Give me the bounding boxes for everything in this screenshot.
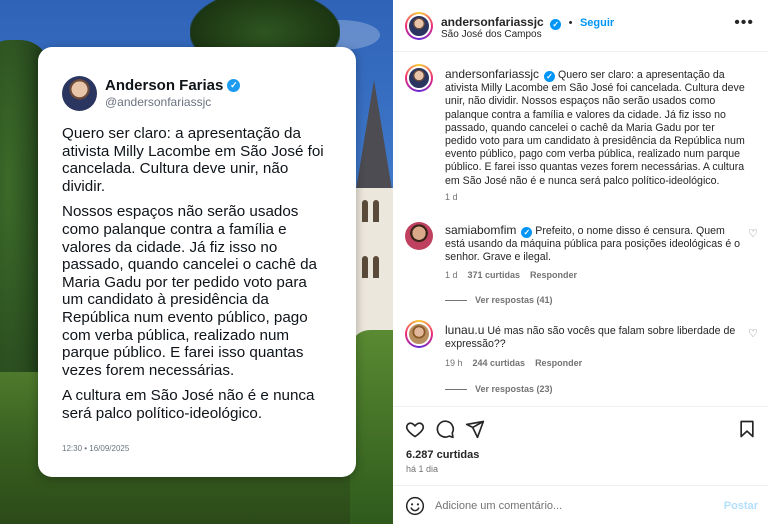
- view-replies-label: Ver respostas (23): [475, 384, 553, 394]
- comment-username[interactable]: lunau.u: [445, 323, 484, 337]
- comment-input[interactable]: Adicione um comentário...: [435, 500, 562, 512]
- post-time[interactable]: há 1 dia: [406, 464, 438, 474]
- view-replies[interactable]: Ver respostas (41): [445, 295, 553, 305]
- comment-like-icon[interactable]: ♡: [748, 327, 758, 340]
- card-handle: @andersonfariassjc: [105, 95, 212, 109]
- action-bar: [393, 406, 768, 446]
- comment-meta: 19 h 244 curtidas Responder: [445, 358, 582, 368]
- card-avatar: [62, 75, 97, 111]
- comments-list[interactable]: andersonfariassjc ✓ Quero ser claro: a a…: [393, 52, 768, 406]
- caption-text: Quero ser claro: a apresentação da ativi…: [445, 69, 745, 187]
- emoji-icon[interactable]: [405, 496, 425, 516]
- post-media[interactable]: Anderson Farias ✓ @andersonfariassjc Que…: [0, 0, 393, 524]
- verified-badge-icon: ✓: [550, 19, 562, 30]
- post-header: andersonfariassjc ✓ • Seguir São José do…: [393, 0, 768, 52]
- comment-avatar[interactable]: [405, 222, 433, 250]
- comment-icon[interactable]: [435, 419, 455, 439]
- card-paragraph: A cultura em São José não é e nunca será…: [62, 387, 315, 422]
- comment-likes[interactable]: 371 curtidas: [468, 270, 521, 280]
- card-paragraph: Quero ser claro: a apresentação da ativi…: [62, 125, 324, 195]
- comment-likes[interactable]: 244 curtidas: [473, 358, 526, 368]
- verified-badge-icon: ✓: [227, 79, 241, 92]
- verified-badge-icon: ✓: [521, 227, 533, 238]
- location-link[interactable]: São José dos Campos: [441, 29, 542, 40]
- post-button[interactable]: Postar: [724, 500, 758, 512]
- card-body: Quero ser claro: a apresentação da ativi…: [62, 125, 332, 423]
- view-replies[interactable]: Ver respostas (23): [445, 384, 553, 394]
- tweet-card: Anderson Farias ✓ @andersonfariassjc Que…: [38, 47, 356, 477]
- comment: lunau.u Ué mas não são vocês que falam s…: [445, 323, 745, 351]
- post-sidebar: andersonfariassjc ✓ • Seguir São José do…: [393, 0, 768, 524]
- card-paragraph: Nossos espaços não serão usados como pal…: [62, 203, 318, 379]
- caption-username[interactable]: andersonfariassjc: [445, 67, 539, 81]
- add-comment-bar: Adicione um comentário... Postar: [393, 485, 768, 524]
- comment: samiabomfim ✓ Prefeito, o nome disso é c…: [445, 223, 745, 265]
- verified-badge-icon: ✓: [544, 71, 556, 82]
- bush: [350, 330, 393, 524]
- comment-time[interactable]: 1 d: [445, 270, 458, 280]
- comment-meta: 1 d 371 curtidas Responder: [445, 270, 577, 280]
- card-name: Anderson Farias: [105, 77, 224, 94]
- comment-like-icon[interactable]: ♡: [748, 227, 758, 240]
- avatar: [407, 66, 431, 90]
- separator: •: [568, 17, 573, 29]
- bookmark-icon[interactable]: [737, 419, 757, 439]
- avatar-story-ring[interactable]: [405, 12, 433, 40]
- comment-time[interactable]: 19 h: [445, 358, 463, 368]
- likes-count[interactable]: 6.287 curtidas: [406, 449, 479, 461]
- comment-avatar[interactable]: [405, 320, 433, 348]
- caption-avatar[interactable]: [405, 64, 433, 92]
- caption-meta: 1 d: [445, 192, 458, 202]
- heart-icon[interactable]: [405, 419, 425, 439]
- caption: andersonfariassjc ✓ Quero ser claro: a a…: [445, 67, 745, 188]
- comment-username[interactable]: samiabomfim: [445, 223, 516, 237]
- divider: [445, 299, 467, 301]
- follow-button[interactable]: Seguir: [580, 17, 614, 29]
- reply-button[interactable]: Responder: [530, 270, 577, 280]
- divider: [445, 388, 467, 390]
- card-date: 12:30 • 16/09/2025: [62, 444, 130, 453]
- avatar: [407, 14, 431, 38]
- share-icon[interactable]: [465, 419, 485, 439]
- view-replies-label: Ver respostas (41): [475, 295, 553, 305]
- avatar: [407, 322, 431, 346]
- more-options-icon[interactable]: •••: [734, 14, 754, 32]
- caption-time[interactable]: 1 d: [445, 192, 458, 202]
- header-username[interactable]: andersonfariassjc: [441, 15, 544, 29]
- reply-button[interactable]: Responder: [535, 358, 582, 368]
- comment-text: Ué mas não são vocês que falam sobre lib…: [445, 325, 736, 351]
